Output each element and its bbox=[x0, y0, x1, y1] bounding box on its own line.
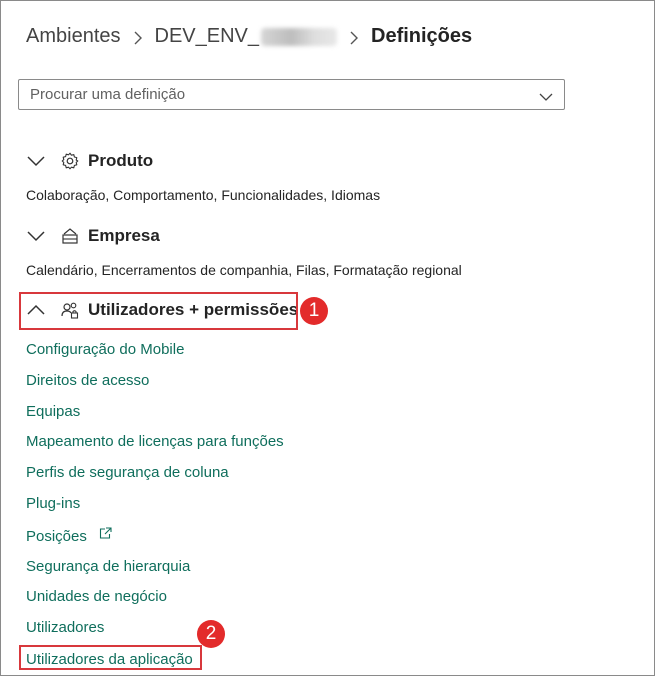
breadcrumb: Ambientes DEV_ENV_ Definições bbox=[26, 25, 472, 48]
redacted-text bbox=[261, 27, 337, 46]
annotation-badge-1: 1 bbox=[300, 297, 328, 325]
gear-icon bbox=[61, 152, 79, 170]
search-setting-combobox[interactable] bbox=[18, 79, 565, 110]
link-security-roles[interactable]: Direitos de acesso bbox=[26, 372, 149, 389]
chevron-down-icon bbox=[27, 156, 45, 167]
chevron-right-icon bbox=[349, 27, 359, 47]
link-hierarchy-security[interactable]: Segurança de hierarquia bbox=[26, 558, 190, 575]
link-users[interactable]: Utilizadores bbox=[26, 619, 104, 636]
building-icon bbox=[62, 228, 78, 244]
search-input[interactable] bbox=[28, 80, 522, 109]
breadcrumb-environment[interactable]: DEV_ENV_ bbox=[155, 25, 337, 48]
link-license-role-mapping[interactable]: Mapeamento de licenças para funções bbox=[26, 433, 284, 450]
section-header-business[interactable]: Empresa bbox=[26, 226, 160, 246]
chevron-down-icon[interactable] bbox=[539, 89, 553, 107]
link-teams[interactable]: Equipas bbox=[26, 403, 80, 420]
external-link-icon bbox=[99, 527, 112, 539]
section-header-product[interactable]: Produto bbox=[26, 151, 153, 171]
link-column-security-profiles[interactable]: Perfis de segurança de coluna bbox=[26, 464, 229, 481]
section-description-product: Colaboração, Comportamento, Funcionalida… bbox=[26, 187, 381, 203]
section-title-product: Produto bbox=[88, 151, 154, 170]
section-description-business: Calendário, Encerramentos de companhia, … bbox=[26, 262, 462, 278]
annotation-badge-2: 2 bbox=[197, 620, 225, 648]
link-business-units[interactable]: Unidades de negócio bbox=[26, 588, 167, 605]
annotation-highlight-2 bbox=[19, 645, 202, 670]
annotation-highlight-1 bbox=[19, 292, 298, 330]
link-plugins[interactable]: Plug-ins bbox=[26, 495, 80, 512]
chevron-right-icon bbox=[133, 27, 143, 47]
section-title-business: Empresa bbox=[88, 226, 160, 245]
chevron-down-icon bbox=[27, 231, 45, 242]
link-mobile-configuration[interactable]: Configuração do Mobile bbox=[26, 341, 184, 358]
breadcrumb-environments[interactable]: Ambientes bbox=[26, 25, 121, 48]
link-positions-label: Posições bbox=[26, 528, 87, 545]
link-positions[interactable]: Posições bbox=[26, 527, 112, 545]
breadcrumb-current: Definições bbox=[371, 25, 473, 47]
